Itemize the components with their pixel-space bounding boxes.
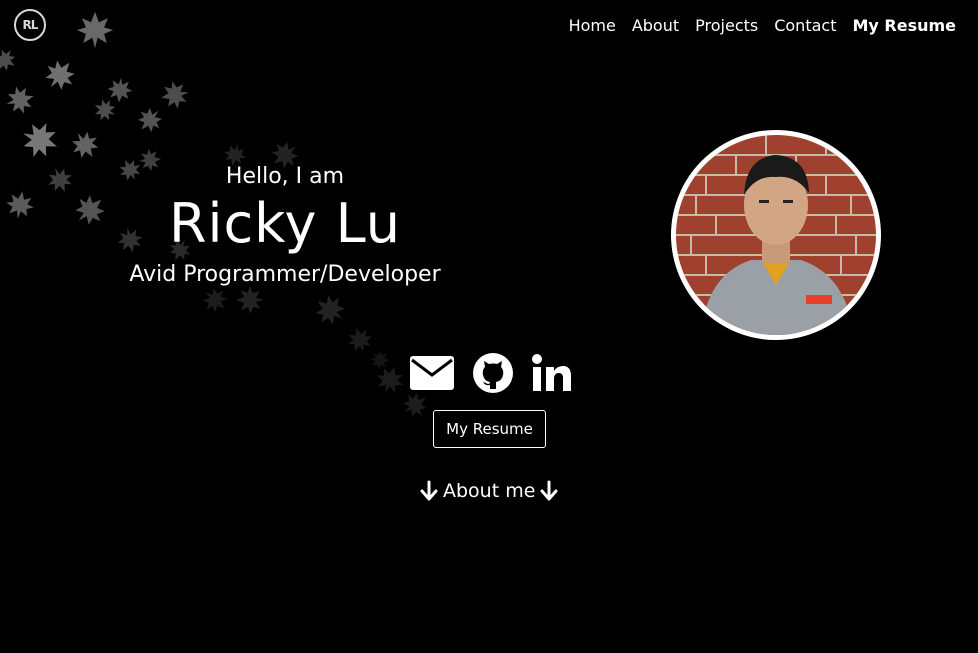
linkedin-icon[interactable]: [532, 354, 572, 392]
leaf-decoration: [3, 188, 37, 222]
about-me-label: About me: [443, 480, 536, 502]
profile-avatar: [671, 130, 881, 340]
leaf-decoration: [43, 163, 77, 197]
leaf-decoration: [235, 285, 265, 315]
github-icon[interactable]: [472, 352, 514, 394]
leaf-decoration: [158, 78, 192, 112]
leaf-decoration: [369, 349, 391, 371]
nav-projects[interactable]: Projects: [695, 16, 758, 35]
main-nav: Home About Projects Contact My Resume: [569, 16, 956, 35]
leaf-decoration: [38, 53, 82, 97]
nav-about[interactable]: About: [632, 16, 679, 35]
resume-button[interactable]: My Resume: [433, 410, 546, 448]
arrow-down-icon: [540, 480, 558, 501]
leaf-decoration: [2, 82, 38, 118]
site-logo[interactable]: RL: [14, 9, 46, 41]
leaf-decoration: [132, 102, 168, 138]
leaf-decoration: [16, 116, 64, 164]
nav-my-resume[interactable]: My Resume: [852, 16, 956, 35]
envelope-icon[interactable]: [410, 356, 454, 390]
leaf-decoration: [90, 95, 120, 125]
hero-tagline: Avid Programmer/Developer: [129, 262, 441, 287]
nav-home[interactable]: Home: [569, 16, 616, 35]
hero-name: Ricky Lu: [168, 192, 402, 255]
leaf-decoration: [65, 125, 105, 165]
leaf-decoration: [76, 11, 114, 49]
leaf-decoration: [344, 324, 376, 356]
profile-photo: [676, 135, 876, 335]
leaf-decoration: [106, 76, 134, 104]
leaf-decoration: [0, 44, 21, 76]
leaf-decoration: [115, 225, 145, 255]
about-me-link[interactable]: About me: [419, 480, 559, 502]
leaf-decoration: [308, 288, 352, 332]
logo-text: RL: [22, 18, 39, 32]
leaf-decoration: [372, 362, 408, 398]
leaf-decoration: [68, 188, 112, 232]
page: RL Home About Projects Contact My Resume…: [0, 0, 978, 653]
social-links: [410, 352, 572, 394]
leaf-decoration: [197, 282, 233, 318]
leaf-decoration: [114, 154, 146, 186]
arrow-down-icon: [420, 480, 438, 501]
nav-contact[interactable]: Contact: [774, 16, 836, 35]
hero-greeting: Hello, I am: [225, 164, 345, 189]
leaf-decoration: [137, 147, 163, 173]
